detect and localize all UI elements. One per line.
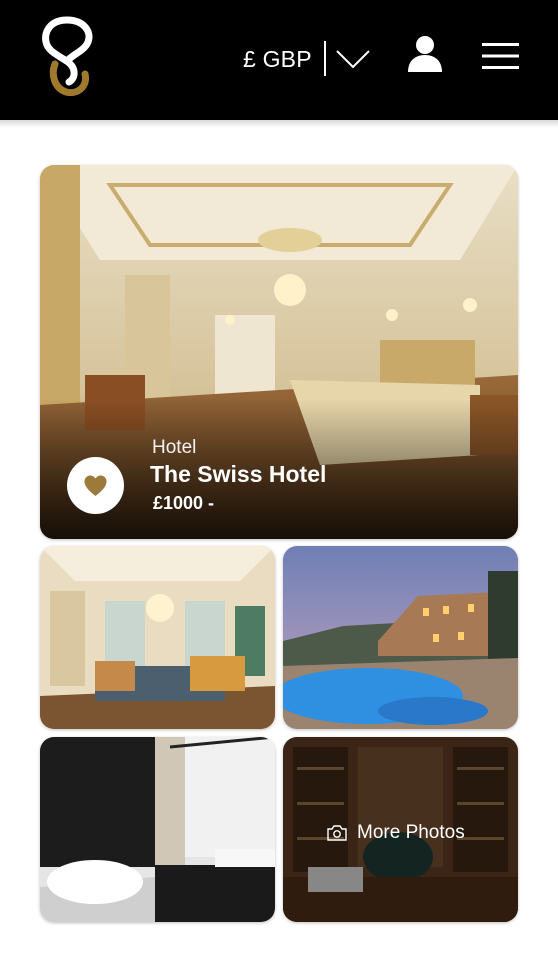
currency-divider [324, 41, 326, 76]
pool-villa-photo [283, 546, 518, 729]
hotel-hero-card[interactable]: Hotel The Swiss Hotel £1000 - [40, 165, 518, 539]
more-photos-label-group[interactable]: More Photos [327, 820, 465, 846]
brand-logo-icon[interactable] [38, 16, 96, 96]
bathroom-photo-thumbnail[interactable] [40, 737, 275, 922]
listing-price: £1000 - [153, 493, 215, 513]
lounge-photo [40, 546, 275, 729]
hamburger-menu-icon[interactable] [482, 42, 519, 70]
header-shadow [0, 120, 558, 128]
favorite-button[interactable] [67, 457, 124, 514]
listing-name[interactable]: The Swiss Hotel [150, 460, 326, 488]
currency-selector-label[interactable]: £ GBP [243, 43, 312, 75]
chevron-down-icon[interactable] [336, 48, 370, 70]
top-navigation-bar: £ GBP [0, 0, 558, 120]
lounge-photo-thumbnail[interactable] [40, 546, 275, 729]
heart-icon [84, 475, 107, 496]
user-icon[interactable] [406, 35, 444, 73]
listing-type-label: Hotel [152, 437, 197, 458]
bathroom-photo [40, 737, 275, 922]
more-photos-label: More Photos [357, 822, 465, 843]
more-photos-button[interactable]: More Photos [283, 737, 518, 922]
camera-icon [327, 825, 347, 841]
pool-villa-photo-thumbnail[interactable] [283, 546, 518, 729]
